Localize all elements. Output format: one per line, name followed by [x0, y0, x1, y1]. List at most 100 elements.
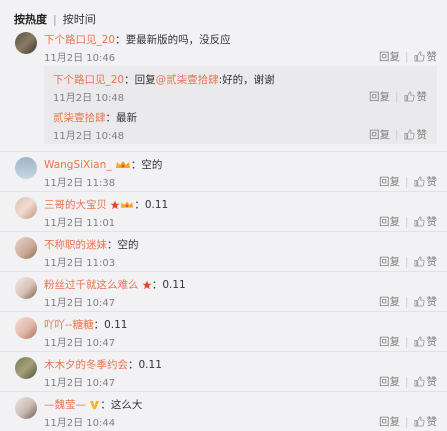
like-button[interactable]: 赞	[404, 127, 428, 142]
avatar[interactable]	[15, 237, 37, 259]
like-button[interactable]: 赞	[414, 334, 437, 349]
like-button[interactable]: 赞	[414, 414, 438, 429]
reply-button[interactable]: 回复	[379, 294, 400, 309]
avatar[interactable]	[15, 197, 37, 219]
thumb-up-icon	[414, 216, 425, 227]
comment-text: ：0.11	[93, 319, 128, 331]
action-divider: |	[404, 295, 409, 308]
comment-time: 11月2日 11:38	[44, 178, 116, 189]
reply-mention[interactable]: @贰柒壹拾肆	[156, 74, 219, 86]
comment-actions: 回复 | 赞	[379, 334, 437, 349]
comment-item: 粉丝过千就这么难么 ：0.11 11月2日 10:47 回复 | 赞	[0, 275, 447, 311]
reply-actions: 回复 | 赞	[369, 127, 427, 142]
reply-button[interactable]: 回复	[379, 49, 400, 64]
avatar[interactable]	[15, 277, 37, 299]
comment-actions: 回复 | 赞	[379, 214, 437, 229]
avatar[interactable]	[15, 357, 37, 379]
like-button[interactable]: 赞	[414, 49, 438, 64]
action-divider: |	[394, 128, 399, 141]
action-divider: |	[404, 335, 409, 348]
comment-line: —魏莹— ：这么大	[44, 397, 142, 412]
comment-item: 不称职的迷妹：空的 11月2日 11:03 回复 | 赞	[0, 235, 447, 271]
comment-line: 粉丝过千就这么难么 ：0.11	[44, 277, 186, 292]
divider	[0, 271, 447, 272]
thumb-up-icon	[404, 91, 415, 102]
comment-username[interactable]: 三哥的大宝贝	[44, 199, 107, 211]
reply-button[interactable]: 回复	[379, 254, 400, 269]
comment-actions: 回复 | 赞	[379, 374, 437, 389]
comment-actions: 回复 | 赞	[379, 49, 437, 64]
avatar[interactable]	[15, 32, 37, 54]
comment-item: WangSiXian_ ：空的 11月2日 11:38 回复 | 赞	[0, 155, 447, 191]
avatar[interactable]	[15, 157, 37, 179]
comment-time: 11月2日 10:47	[44, 298, 116, 309]
reply-prefix: ：回复	[124, 74, 156, 86]
comment-username[interactable]: 粉丝过千就这么难么	[44, 279, 139, 291]
reply-line: 下个路口见_20：回复@贰柒壹拾肆:好的，谢谢	[53, 72, 275, 87]
divider	[0, 191, 447, 192]
like-label: 赞	[426, 51, 438, 63]
comment-item: —魏莹— ：这么大 11月2日 10:44 回复 | 赞	[0, 395, 447, 431]
sort-by-time[interactable]: 按时间	[63, 11, 96, 27]
comment-username[interactable]: 不称职的迷妹	[44, 239, 107, 251]
like-button[interactable]: 赞	[414, 294, 438, 309]
like-label: 赞	[416, 91, 428, 103]
comment-time: 11月2日 10:47	[44, 338, 116, 349]
thumb-up-icon	[414, 51, 425, 62]
comment-time: 11月2日 11:01	[44, 218, 116, 229]
reply-button[interactable]: 回复	[379, 174, 400, 189]
reply-button[interactable]: 回复	[379, 414, 400, 429]
reply-button[interactable]: 回复	[379, 334, 400, 349]
like-label: 赞	[416, 129, 428, 141]
like-button[interactable]: 赞	[414, 374, 438, 389]
reply-item: 下个路口见_20：回复@贰柒壹拾肆:好的，谢谢 11月2日 10:48 回复 |…	[44, 70, 437, 106]
sort-bar: 按热度 | 按时间	[14, 10, 96, 28]
star-icon	[142, 280, 152, 290]
like-label: 赞	[426, 256, 438, 268]
comment-time: 11月2日 10:47	[44, 378, 116, 389]
reply-username[interactable]: 贰柒壹拾肆	[53, 112, 106, 124]
comment-text: ：0.11	[128, 359, 162, 371]
action-divider: |	[404, 415, 409, 428]
like-label: 赞	[426, 416, 438, 428]
reply-button[interactable]: 回复	[369, 89, 390, 104]
comment-username[interactable]: 木木夕的冬季约会	[44, 359, 128, 371]
sort-by-hot[interactable]: 按热度	[14, 11, 47, 27]
thumb-up-icon	[414, 336, 425, 347]
comment-time: 11月2日 10:44	[44, 418, 116, 429]
reply-button[interactable]: 回复	[369, 127, 390, 142]
comment-thread: 下个路口见_20：要最新版的吗，没反应 11月2日 10:46 回复 | 赞 下…	[0, 30, 447, 148]
avatar[interactable]	[15, 397, 37, 419]
thumb-up-icon	[404, 129, 415, 140]
comment-item: 木木夕的冬季约会：0.11 11月2日 10:47 回复 | 赞	[0, 355, 447, 391]
reply-button[interactable]: 回复	[379, 214, 400, 229]
comment-actions: 回复 | 赞	[379, 174, 437, 189]
like-button[interactable]: 赞	[414, 174, 437, 189]
comment-text: ：要最新版的吗，没反应	[115, 34, 231, 46]
crown-icon	[121, 201, 134, 208]
reply-button[interactable]: 回复	[379, 374, 400, 389]
sort-separator: |	[53, 12, 57, 26]
comment-username[interactable]: 下个路口见_20	[44, 34, 115, 46]
comment-text: ：空的	[107, 239, 139, 251]
reply-username[interactable]: 下个路口见_20	[53, 74, 124, 86]
star-icon	[110, 200, 120, 210]
comment-username[interactable]: 吖吖--糖糖	[44, 319, 94, 331]
thumb-up-icon	[414, 296, 425, 307]
comment-username[interactable]: —魏莹—	[44, 399, 86, 411]
like-button[interactable]: 赞	[404, 89, 428, 104]
avatar[interactable]	[15, 317, 37, 339]
comment-line: 不称职的迷妹：空的	[44, 237, 139, 252]
like-button[interactable]: 赞	[414, 254, 438, 269]
like-label: 赞	[426, 376, 438, 388]
crown-icon	[115, 161, 130, 168]
comment-text: ：0.11	[134, 199, 169, 211]
action-divider: |	[404, 175, 409, 188]
comment-username[interactable]: WangSiXian_	[44, 159, 112, 171]
like-label: 赞	[426, 296, 438, 308]
comment-actions: 回复 | 赞	[379, 254, 437, 269]
thumb-up-icon	[414, 416, 425, 427]
reply-time: 11月2日 10:48	[53, 93, 125, 104]
like-button[interactable]: 赞	[414, 214, 437, 229]
comment-line: 吖吖--糖糖：0.11	[44, 317, 127, 332]
